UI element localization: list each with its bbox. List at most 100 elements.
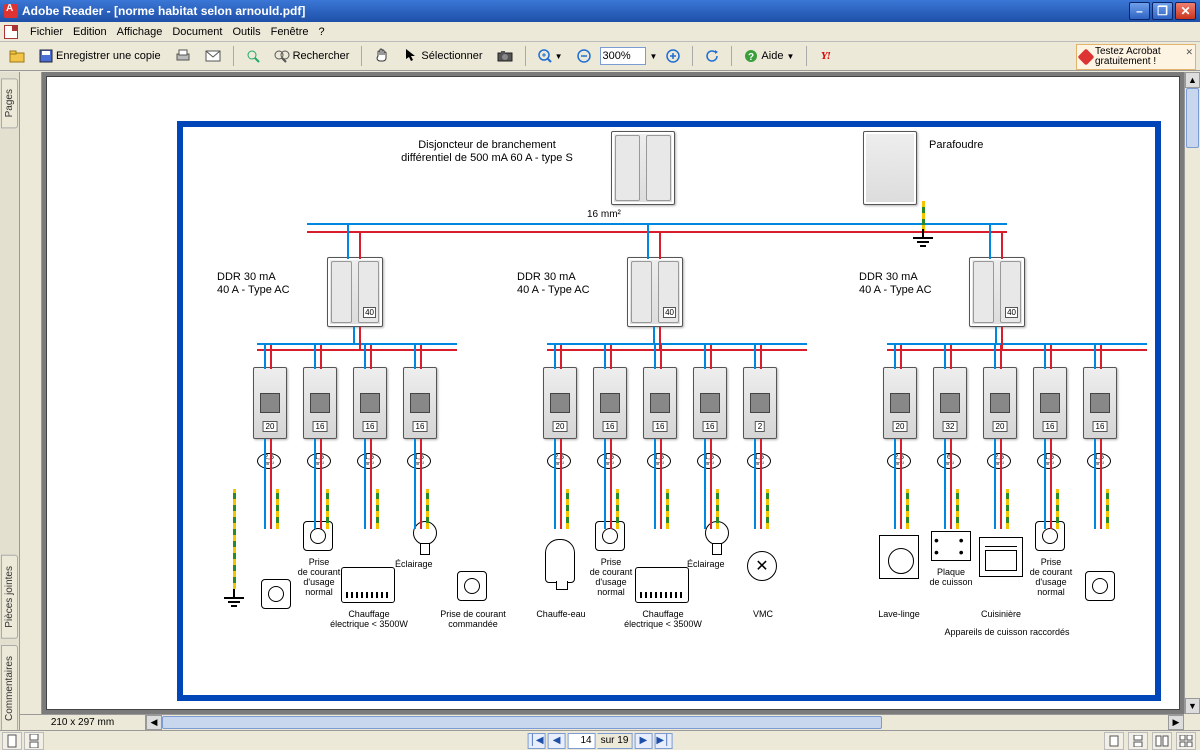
scroll-right-button[interactable]: ▶ [1168,715,1184,730]
promo-close-icon[interactable]: ✕ [1185,47,1193,57]
help-label: Aide [761,50,783,62]
breaker-g2-1: 20 [543,367,577,439]
label-lave-linge: Lave-linge [864,609,934,619]
svg-text:?: ? [748,52,754,63]
horizontal-scrollbar[interactable]: 210 x 297 mm ◀ ▶ [20,714,1184,730]
label-cuisiniere: Cuisinière [966,609,1036,619]
next-page-button[interactable]: ▶ [634,733,652,749]
vertical-scrollbar[interactable]: ▲ ▼ [1184,72,1200,714]
layout-continuous-facing-button[interactable] [1176,732,1196,750]
promo-line2: gratuitement ! [1095,56,1156,67]
menubar: Fichier Edition Affichage Document Outil… [0,22,1200,42]
breaker-g3-1: 20 [883,367,917,439]
ruler-gutter [20,72,42,714]
label-eclairage-2: Éclairage [687,559,747,569]
tab-comments[interactable]: Commentaires [1,645,18,732]
zoom-out-circled-button[interactable] [572,45,596,67]
minimize-button[interactable]: – [1129,2,1150,20]
device-main-breaker [611,131,675,205]
page-total-label: sur 19 [598,733,633,749]
ddr3-label: DDR 30 mA40 A - Type AC [859,271,969,297]
layout-single-button[interactable] [1104,732,1124,750]
single-page-button[interactable] [2,732,22,750]
label-prise-normal-3: Prisede courantd'usagenormal [1016,557,1086,597]
status-bar: │◀ ◀ sur 19 ▶ ▶│ [0,730,1200,750]
zoom-input[interactable] [600,47,646,65]
first-page-button[interactable]: │◀ [528,733,546,749]
tab-attachments[interactable]: Pièces jointes [1,555,18,639]
scroll-thumb-h[interactable] [162,716,882,729]
email-button[interactable] [200,45,226,67]
rotate-button[interactable] [700,45,724,67]
print-button[interactable] [170,45,196,67]
layout-facing-button[interactable] [1152,732,1172,750]
save-copy-button[interactable]: Enregistrer une copie [34,45,166,67]
tab-pages[interactable]: Pages [1,78,18,128]
zoom-in-circled-button[interactable] [661,45,685,67]
pdf-page: Disjoncteur de branchementdifférentiel d… [46,76,1180,710]
breaker-g2-5: 2 [743,367,777,439]
ddr2-label: DDR 30 mA40 A - Type AC [517,271,627,297]
menu-tools[interactable]: Outils [232,26,260,38]
continuous-page-button[interactable] [24,732,44,750]
breaker-g1-4: 16 [403,367,437,439]
separator [806,46,807,66]
hob-icon [931,531,971,561]
side-panel-tabs: Pages Pièces jointes Commentaires [0,72,20,732]
label-main-breaker: Disjoncteur de branchementdifférentiel d… [367,139,607,165]
page-number-input[interactable] [568,733,596,749]
acrobat-promo-banner[interactable]: Testez Acrobat gratuitement ! ✕ [1076,44,1196,70]
maximize-button[interactable]: ❐ [1152,2,1173,20]
breaker-g2-2: 16 [593,367,627,439]
label-eclairage: Éclairage [395,559,455,569]
separator [361,46,362,66]
heater-icon [635,567,689,603]
document-viewport[interactable]: Disjoncteur de branchementdifférentiel d… [20,72,1184,714]
scroll-thumb-v[interactable] [1186,88,1199,148]
close-button[interactable]: ✕ [1175,2,1196,20]
select-tool-button[interactable]: Sélectionner [399,45,487,67]
label-surge: Parafoudre [929,139,1049,152]
label-chauffage-2: Chauffageélectrique < 3500W [618,609,708,629]
scroll-down-button[interactable]: ▼ [1185,698,1200,714]
menu-window[interactable]: Fenêtre [271,26,309,38]
diagram-frame: Disjoncteur de branchementdifférentiel d… [177,121,1161,701]
scroll-up-button[interactable]: ▲ [1185,72,1200,88]
open-button[interactable] [4,45,30,67]
last-page-button[interactable]: ▶│ [654,733,672,749]
label-chauffage: Chauffageélectrique < 3500W [324,609,414,629]
menu-file[interactable]: Fichier [30,26,63,38]
vmc-icon [747,551,777,581]
menu-view[interactable]: Affichage [117,26,163,38]
menu-help[interactable]: ? [319,26,325,38]
label-plaque: Plaquede cuisson [916,567,986,587]
layout-continuous-button[interactable] [1128,732,1148,750]
separator [692,46,693,66]
zoom-in-button[interactable]: ▼ [533,45,568,67]
device-ddr1: 40 [327,257,383,327]
menu-document[interactable]: Document [172,26,222,38]
search-icon-button[interactable] [241,45,265,67]
select-label: Sélectionner [421,50,482,62]
breaker-g3-2: 32 [933,367,967,439]
save-copy-label: Enregistrer une copie [56,50,161,62]
electrical-diagram: Disjoncteur de branchementdifférentiel d… [187,131,1151,691]
yahoo-toolbar-button[interactable]: Y! [814,45,836,67]
label-chauffe-eau: Chauffe-eau [526,609,596,619]
breaker-g1-1: 20 [253,367,287,439]
breaker-g3-5: 16 [1083,367,1117,439]
menu-edit[interactable]: Edition [73,26,107,38]
outlet-icon [457,571,487,601]
zoom-dropdown-icon[interactable]: ▼ [650,52,658,61]
scroll-left-button[interactable]: ◀ [146,715,162,730]
separator [731,46,732,66]
earth-icon [224,589,244,607]
breaker-g2-4: 16 [693,367,727,439]
help-button[interactable]: ?Aide▼ [739,45,799,67]
search-button[interactable]: Rechercher [269,45,355,67]
snapshot-tool-button[interactable] [492,45,518,67]
hand-tool-button[interactable] [369,45,395,67]
prev-page-button[interactable]: ◀ [548,733,566,749]
label-appareils-cuisson: Appareils de cuisson raccordés [917,627,1097,637]
device-ddr3: 40 [969,257,1025,327]
